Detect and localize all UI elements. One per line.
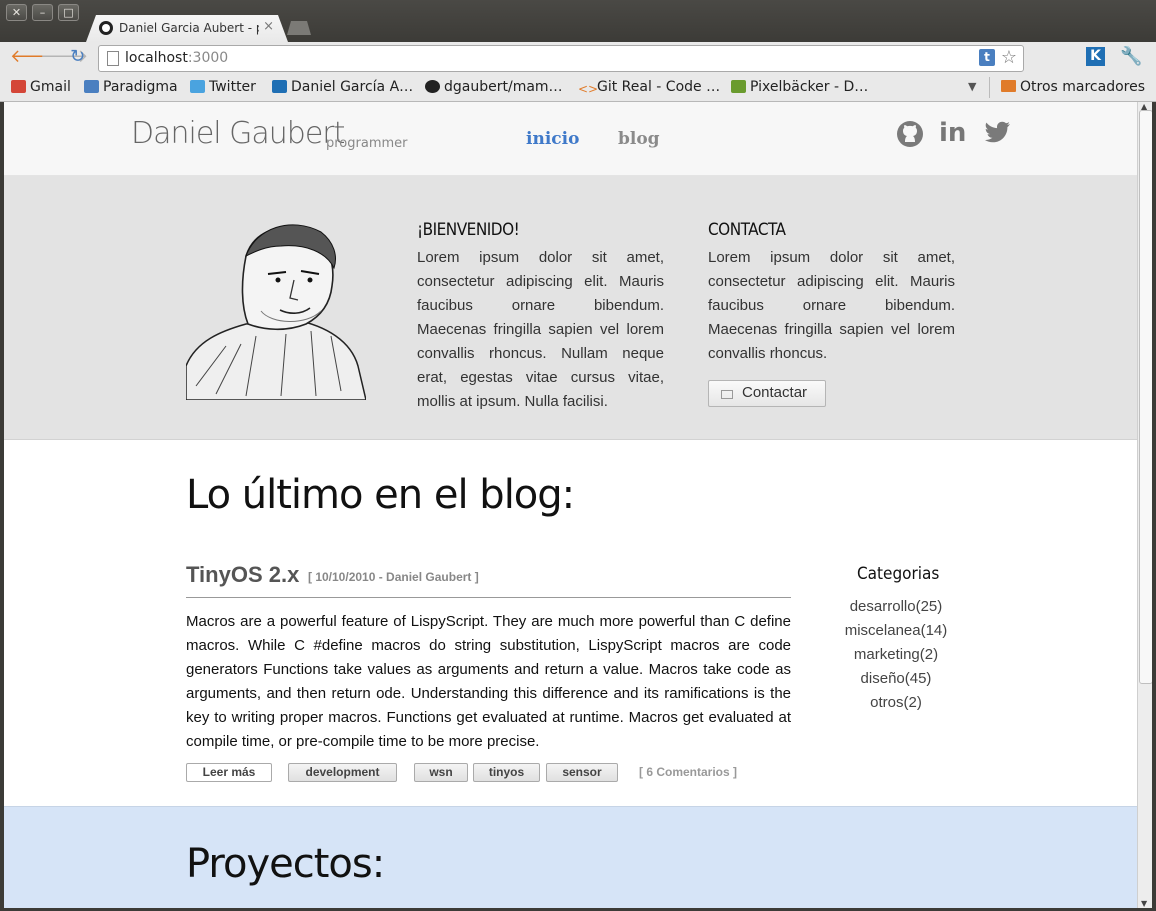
tag-wsn[interactable]: wsn [414,763,468,782]
minimize-window-button[interactable]: – [32,4,53,21]
blog-section-title: Lo último en el blog: [186,472,575,518]
github-icon [425,80,440,93]
bookmarks-bar: Gmail Paradigma Twitter Daniel García A…… [0,74,1156,102]
category-item[interactable]: miscelanea(14) [836,619,956,643]
url-text[interactable]: localhost:3000 [125,50,228,66]
intro-section: ¡BIENVENIDO! Lorem ipsum dolor sit amet,… [4,176,1137,440]
browser-tab-active[interactable]: Daniel Garcia Aubert - pro × [86,15,288,42]
tumblr-extension-icon[interactable]: t [979,49,995,66]
bookmark-linkedin[interactable]: Daniel García A… [272,79,413,95]
window-titlebar: ✕ – □ Daniel Garcia Aubert - pro × [0,0,1156,42]
bookmark-github[interactable]: dgaubert/mam… [425,79,563,95]
post-divider [186,597,791,598]
envelope-icon [721,390,733,399]
page-viewport: Daniel Gaubert programmer inicio blog in [4,102,1137,908]
contact-text: Lorem ipsum dolor sit amet, consectetur … [708,249,955,362]
welcome-title: ¡BIENVENIDO! [417,220,520,240]
tag-tinyos[interactable]: tinyos [473,763,540,782]
post-body: Macros are a powerful feature of LispySc… [186,613,791,750]
browser-toolbar: 🡐 🡒 ↻ localhost:3000 t ☆ K 🔧 [0,42,1156,74]
welcome-column: ¡BIENVENIDO! Lorem ipsum dolor sit amet,… [417,220,664,414]
twitter-icon[interactable] [983,121,1011,145]
categories-title: Categorias [857,564,940,584]
category-item[interactable]: marketing(2) [836,643,956,667]
post-meta: [ 10/10/2010 - Daniel Gaubert ] [308,570,479,584]
reload-icon[interactable]: ↻ [70,47,85,67]
scroll-down-arrow-icon[interactable]: ▼ [1141,899,1147,908]
tag-sensor[interactable]: sensor [546,763,618,782]
bookmarks-overflow-chevron-icon[interactable]: ▼ [968,80,976,93]
nav-blog[interactable]: blog [618,129,660,149]
close-window-button[interactable]: ✕ [6,4,27,21]
github-favicon-icon [99,21,113,35]
contact-title: CONTACTA [708,220,786,240]
site-header: Daniel Gaubert programmer inicio blog in [4,102,1137,176]
new-tab-button[interactable] [287,21,311,35]
scrollbar-thumb[interactable] [1139,110,1153,684]
post-title[interactable]: TinyOS 2.x [186,562,299,588]
window-frame-right [1152,102,1156,911]
blog-section: Lo último en el blog: TinyOS 2.x [ 10/10… [4,440,1137,806]
page-icon [107,51,119,66]
bookmarks-separator [989,77,990,98]
comments-link[interactable]: [ 6 Comentarios ] [639,765,737,779]
nav-inicio[interactable]: inicio [526,129,579,149]
contact-button[interactable]: Contactar [708,380,826,407]
tag-development[interactable]: development [288,763,397,782]
address-bar[interactable]: localhost:3000 t ☆ [98,45,1024,72]
folder-icon [1001,80,1016,92]
code-icon: <> [578,82,599,96]
tab-title: Daniel Garcia Aubert - pro [119,21,259,35]
bookmark-twitter[interactable]: Twitter [190,79,256,95]
contact-button-label: Contactar [742,384,808,401]
bookmark-paradigma[interactable]: Paradigma [84,79,178,95]
bookmark-git-real[interactable]: <>Git Real - Code … [578,79,720,96]
welcome-text: Lorem ipsum dolor sit amet, consectetur … [417,249,664,410]
read-more-button[interactable]: Leer más [186,763,272,782]
author-portrait-sketch [186,216,366,400]
page-scrollbar[interactable]: ▲ ▼ [1137,102,1153,908]
gmail-icon [11,80,26,93]
linkedin-icon[interactable]: in [939,118,966,148]
bookmark-pixelbacker[interactable]: Pixelbäcker - D… [731,79,868,95]
github-icon[interactable] [896,120,924,148]
category-item[interactable]: otros(2) [836,691,956,715]
twitter-icon [190,80,205,93]
klout-extension-icon[interactable]: K [1086,47,1105,66]
site-tagline: programmer [326,136,408,151]
category-item[interactable]: diseño(45) [836,667,956,691]
projects-section: Proyectos: [4,806,1137,908]
category-item[interactable]: desarrollo(25) [836,595,956,619]
wrench-menu-icon[interactable]: 🔧 [1120,46,1142,67]
categories-list: desarrollo(25) miscelanea(14) marketing(… [836,595,956,715]
bookmark-gmail[interactable]: Gmail [11,79,71,95]
contact-column: CONTACTA Lorem ipsum dolor sit amet, con… [708,220,955,407]
google-plus-icon [84,80,99,93]
tab-close-icon[interactable]: × [263,19,274,34]
linkedin-icon [272,80,287,93]
projects-section-title: Proyectos: [186,841,385,887]
site-logo[interactable]: Daniel Gaubert [131,116,345,151]
bookmark-star-icon[interactable]: ☆ [1001,47,1017,68]
maximize-window-button[interactable]: □ [58,4,79,21]
pixel-icon [731,80,746,93]
other-bookmarks-folder[interactable]: Otros marcadores [1001,79,1145,95]
